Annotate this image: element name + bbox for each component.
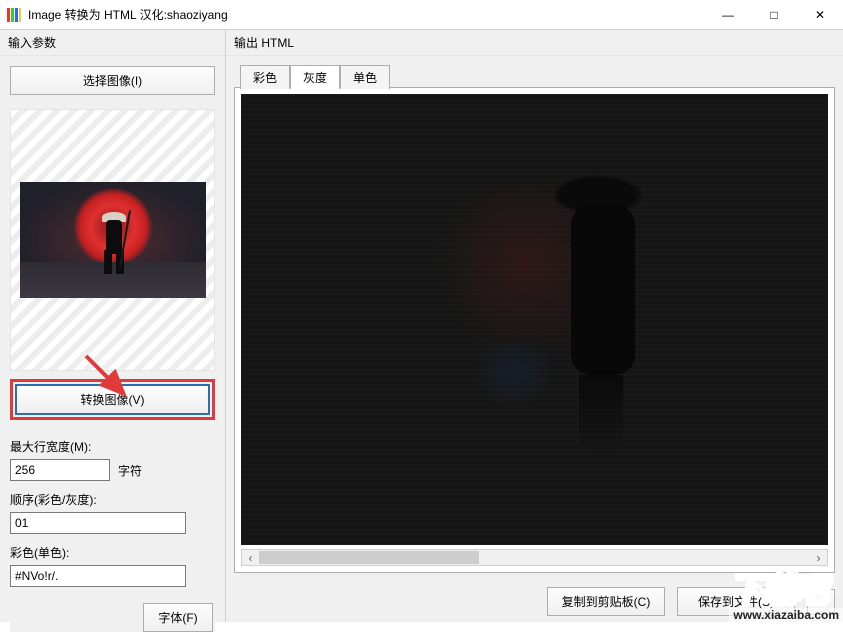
left-pane-header: 输入参数 bbox=[0, 30, 225, 56]
window-title: Image 转换为 HTML 汉化:shaoziyang bbox=[28, 6, 705, 23]
ascii-output-viewport[interactable] bbox=[241, 94, 828, 545]
minimize-button[interactable]: — bbox=[705, 0, 751, 29]
color-label: 彩色(单色): bbox=[10, 544, 215, 561]
output-frame: ‹ › bbox=[234, 87, 835, 573]
scroll-right-button[interactable]: › bbox=[810, 550, 827, 565]
scroll-left-button[interactable]: ‹ bbox=[242, 550, 259, 565]
ascii-output bbox=[241, 94, 828, 545]
output-tabs: 彩色 灰度 单色 bbox=[234, 64, 835, 88]
scrollbar-thumb[interactable] bbox=[259, 551, 479, 564]
right-pane: 输出 HTML 彩色 灰度 单色 ‹ bbox=[226, 30, 843, 622]
max-width-label: 最大行宽度(M): bbox=[10, 438, 215, 455]
app-icon bbox=[6, 7, 22, 23]
max-width-input[interactable] bbox=[10, 459, 110, 481]
chevron-right-icon: ▸ bbox=[818, 595, 824, 609]
font-button[interactable]: 字体(F) bbox=[143, 603, 213, 632]
chevron-left-icon: ‹ bbox=[249, 551, 253, 565]
convert-button-highlight: 转换图像(V) bbox=[10, 379, 215, 420]
tab-mono[interactable]: 单色 bbox=[340, 65, 390, 89]
image-preview bbox=[20, 182, 206, 298]
horizontal-scrollbar[interactable]: ‹ › bbox=[241, 549, 828, 566]
select-image-button[interactable]: 选择图像(I) bbox=[10, 66, 215, 95]
save-file-button[interactable]: 保存到文件(S) bbox=[677, 587, 795, 616]
image-preview-area bbox=[10, 109, 215, 371]
close-icon: ✕ bbox=[815, 8, 825, 22]
chevron-right-icon: › bbox=[817, 551, 821, 565]
output-action-bar: 复制到剪贴板(C) 保存到文件(S) ▸ bbox=[226, 579, 843, 622]
order-input[interactable] bbox=[10, 512, 186, 534]
minimize-icon: — bbox=[722, 8, 734, 22]
close-button[interactable]: ✕ bbox=[797, 0, 843, 29]
tab-gray[interactable]: 灰度 bbox=[290, 65, 340, 89]
more-button[interactable]: ▸ bbox=[807, 589, 835, 615]
maximize-button[interactable]: □ bbox=[751, 0, 797, 29]
convert-image-button[interactable]: 转换图像(V) bbox=[15, 384, 210, 415]
copy-clipboard-button[interactable]: 复制到剪贴板(C) bbox=[547, 587, 665, 616]
left-pane: 输入参数 选择图像(I) 转换图像(V) 最大行宽度(M) bbox=[0, 30, 226, 622]
maximize-icon: □ bbox=[770, 8, 777, 22]
right-pane-header: 输出 HTML bbox=[226, 30, 843, 56]
tab-color[interactable]: 彩色 bbox=[240, 65, 290, 89]
max-width-suffix: 字符 bbox=[118, 462, 142, 479]
titlebar: Image 转换为 HTML 汉化:shaoziyang — □ ✕ bbox=[0, 0, 843, 30]
color-input[interactable] bbox=[10, 565, 186, 587]
order-label: 顺序(彩色/灰度): bbox=[10, 491, 215, 508]
